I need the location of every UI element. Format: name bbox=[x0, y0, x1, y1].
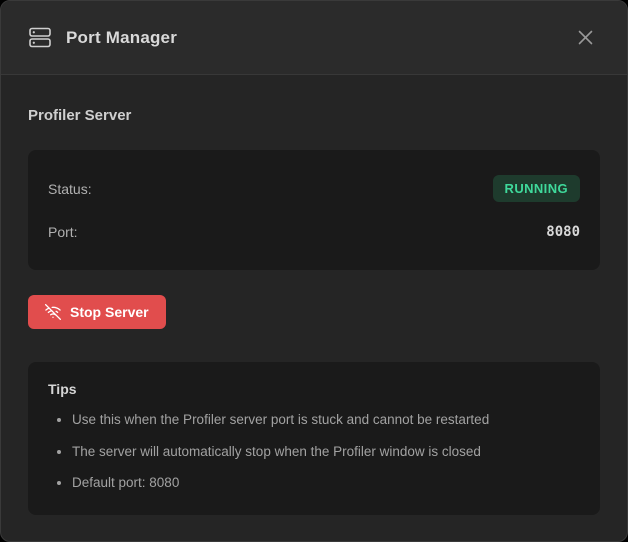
close-button[interactable] bbox=[571, 24, 599, 52]
section-heading: Profiler Server bbox=[28, 107, 600, 124]
tips-heading: Tips bbox=[48, 381, 580, 397]
window-title: Port Manager bbox=[66, 28, 177, 48]
server-stack-icon bbox=[29, 27, 51, 48]
status-label: Status: bbox=[48, 181, 92, 197]
port-label: Port: bbox=[48, 224, 78, 240]
tip-item: Default port: 8080 bbox=[72, 473, 580, 493]
port-value: 8080 bbox=[546, 224, 580, 240]
titlebar: Port Manager bbox=[1, 1, 627, 75]
status-badge: RUNNING bbox=[493, 175, 580, 202]
status-row: Status: RUNNING bbox=[48, 174, 580, 203]
stop-server-label: Stop Server bbox=[70, 304, 149, 320]
tips-panel: Tips Use this when the Profiler server p… bbox=[28, 362, 600, 515]
tips-list: Use this when the Profiler server port i… bbox=[48, 410, 580, 493]
status-panel: Status: RUNNING Port: 8080 bbox=[28, 150, 600, 270]
port-manager-dialog: Port Manager Profiler Server Status: RUN… bbox=[0, 0, 628, 542]
tip-item: The server will automatically stop when … bbox=[72, 442, 580, 462]
stop-server-button[interactable]: Stop Server bbox=[28, 295, 166, 329]
disconnect-icon bbox=[45, 304, 61, 320]
port-row: Port: 8080 bbox=[48, 217, 580, 246]
dialog-body: Profiler Server Status: RUNNING Port: 80… bbox=[1, 75, 627, 515]
tip-item: Use this when the Profiler server port i… bbox=[72, 410, 580, 430]
close-icon bbox=[577, 29, 594, 46]
